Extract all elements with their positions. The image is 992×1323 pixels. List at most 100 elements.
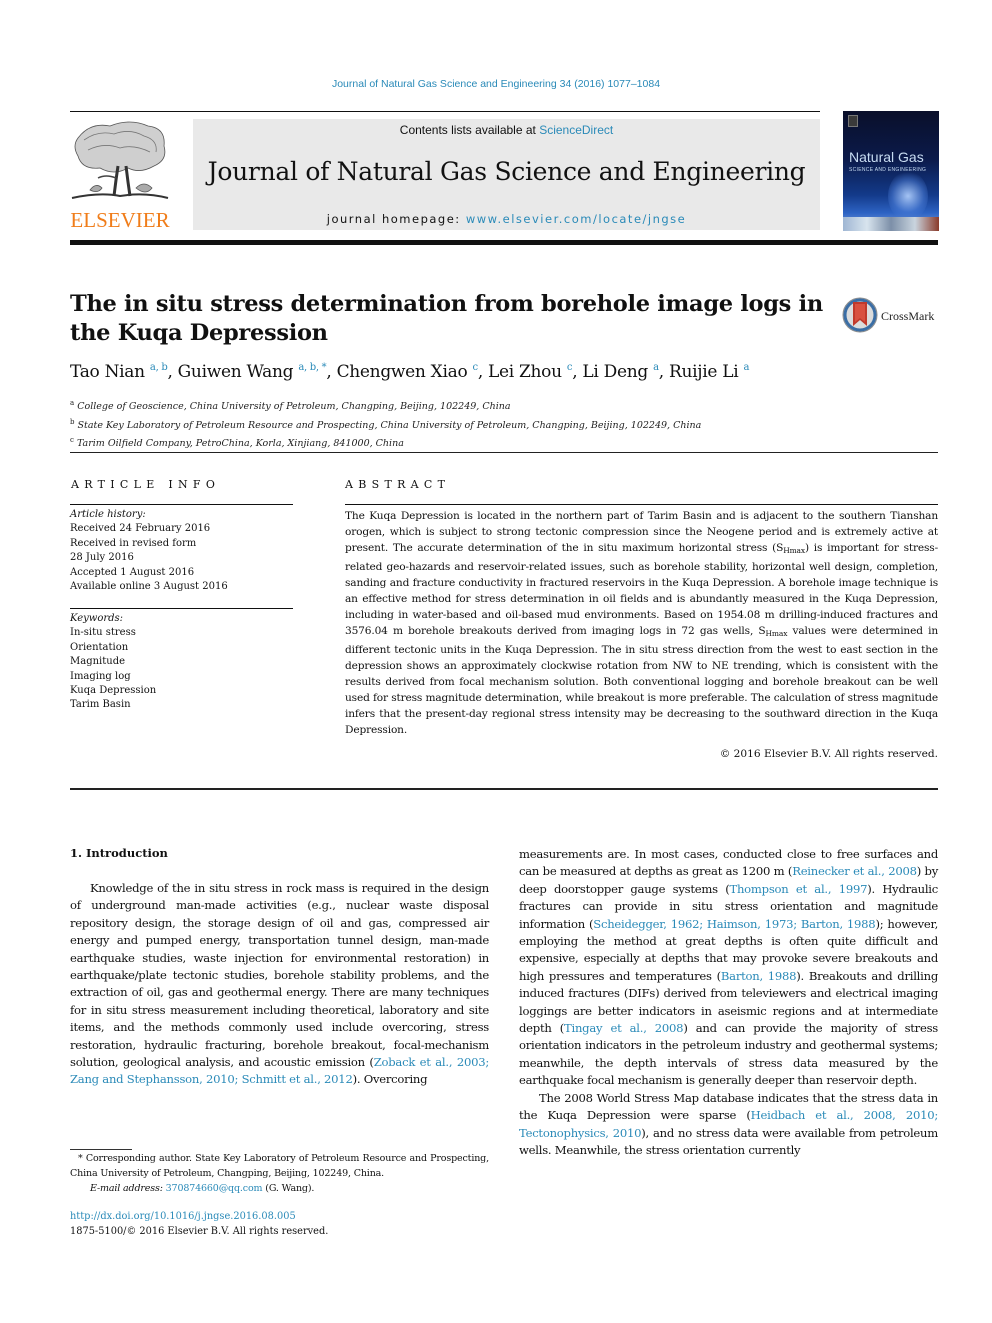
history-item: Accepted 1 August 2016 [70,566,195,578]
keyword: Tarim Basin [70,699,131,711]
citation-link[interactable]: Thompson et al., 1997 [729,882,867,896]
citation-link[interactable]: Scheidegger, 1962; Haimson, 1973; Barton… [593,917,875,931]
affiliation: b State Key Laboratory of Petroleum Reso… [70,415,938,434]
email-label: E-mail address: [90,1182,166,1194]
crossmark-label: CrossMark [881,309,935,323]
abstract-copyright: © 2016 Elsevier B.V. All rights reserved… [719,748,938,760]
crossmark-button[interactable]: CrossMark [841,296,941,334]
author[interactable]: Guiwen Wang a, b, * [178,362,327,382]
author-separator: , [658,362,669,382]
email-suffix: (G. Wang). [262,1182,315,1194]
author-affiliation-marks[interactable]: a [743,362,749,373]
cover-flame-graphic [888,171,928,221]
issn-copyright: 1875-5100/© 2016 Elsevier B.V. All right… [70,1226,329,1237]
affiliations: a College of Geoscience, China Universit… [70,396,938,452]
article-info-rule [70,504,293,505]
journal-homepage-link[interactable]: www.elsevier.com/locate/jngse [466,212,686,226]
abstract-text: The Kuqa Depression is located in the no… [345,508,938,738]
author[interactable]: Chengwen Xiao c [337,362,479,382]
journal-homepage-line: journal homepage: www.elsevier.com/locat… [193,212,820,226]
affiliation: c Tarim Oilfield Company, PetroChina, Ko… [70,433,938,452]
author-separator: , [572,362,583,382]
body-paragraph: The 2008 World Stress Map database indic… [519,1090,938,1160]
author-separator: , [326,362,337,382]
abstract-rule [345,504,938,505]
citation-link[interactable]: Barton, 1988 [721,969,797,983]
body-text: Knowledge of the in situ stress in rock … [70,881,489,1070]
keyword: Magnitude [70,656,126,668]
author-name[interactable]: Li Deng [582,362,648,382]
author-affiliation-marks[interactable]: a, b, * [298,362,326,373]
journal-title: Journal of Natural Gas Science and Engin… [207,157,806,186]
affiliation-text: College of Geoscience, China University … [77,401,511,412]
author-separator: , [167,362,178,382]
cover-publisher-badge [848,115,858,127]
article-history-label: Article history: [70,509,146,520]
author-separator: , [477,362,489,382]
section-divider [70,452,938,453]
author-list: Tao Nian a, b, Guiwen Wang a, b, *, Chen… [70,362,938,382]
history-item: Received 24 February 2016 [70,523,211,535]
history-item: Received in revised form [70,537,197,549]
author[interactable]: Tao Nian a, b [70,362,168,382]
cover-subtitle: SCIENCE AND ENGINEERING [849,167,927,173]
abstract-segment: values were determined in different tect… [345,625,939,736]
corresponding-author-footnote: * Corresponding author. State Key Labora… [70,1152,489,1196]
body-column-left: Knowledge of the in situ stress in rock … [70,880,489,1089]
author-name[interactable]: Lei Zhou [488,362,562,382]
keyword: Orientation [70,641,129,653]
keywords-label: Keywords: [70,613,124,624]
affiliation: a College of Geoscience, China Universit… [70,396,938,415]
crossmark-icon [842,297,878,333]
body-paragraph: measurements are. In most cases, conduct… [519,846,938,1090]
keyword: In-situ stress [70,627,136,639]
citation-link[interactable]: Tingay et al., 2008 [564,1021,684,1035]
affiliation-mark: a [70,399,75,407]
cover-title: Natural Gas [849,149,924,165]
body-paragraph: Knowledge of the in situ stress in rock … [70,880,489,1089]
author[interactable]: Li Deng a [582,362,659,382]
abstract-subscript: Hmax [765,629,788,638]
author-name[interactable]: Guiwen Wang [178,362,294,382]
corresponding-author-note: * Corresponding author. State Key Labora… [70,1153,489,1179]
article-title: The in situ stress determination from bo… [70,291,823,346]
author-name[interactable]: Ruijie Li [669,362,739,382]
header-rule [70,111,820,112]
body-column-right: measurements are. In most cases, conduct… [519,846,938,1159]
author[interactable]: Ruijie Li a [669,362,749,382]
history-item: Available online 3 August 2016 [70,581,228,593]
article-info-heading: ARTICLE INFO [71,478,221,491]
contents-prefix: Contents lists available at [399,123,540,137]
author[interactable]: Lei Zhou c [488,362,572,382]
author-name[interactable]: Chengwen Xiao [337,362,468,382]
elsevier-wordmark: ELSEVIER [70,208,170,232]
elsevier-logo[interactable]: ELSEVIER [68,118,172,234]
abstract-heading: ABSTRACT [345,478,451,491]
homepage-prefix: journal homepage: [326,212,466,226]
affiliation-mark: c [70,436,74,444]
sciencedirect-link[interactable]: ScienceDirect [539,123,613,137]
contents-available-line: Contents lists available at ScienceDirec… [193,123,820,137]
author-name[interactable]: Tao Nian [70,362,145,382]
history-item: 28 July 2016 [70,552,134,564]
author-affiliation-marks[interactable]: a, b [150,362,168,373]
body-text: ). Overcoring [352,1072,428,1087]
email-link[interactable]: 370874660@qq.com [166,1183,263,1194]
introduction-heading: 1. Introduction [70,846,168,860]
email-line: E-mail address: 370874660@qq.com (G. Wan… [70,1182,489,1197]
front-matter-rule [70,788,938,790]
journal-cover-image[interactable]: Natural Gas SCIENCE AND ENGINEERING [843,111,939,231]
elsevier-tree-icon [71,121,169,199]
keywords: Keywords: In-situ stress Orientation Mag… [70,612,293,713]
affiliation-text: Tarim Oilfield Company, PetroChina, Korl… [76,438,404,449]
journal-citation-link[interactable]: Journal of Natural Gas Science and Engin… [0,78,992,90]
doi-link[interactable]: http://dx.doi.org/10.1016/j.jngse.2016.0… [70,1211,296,1222]
masthead-rule [70,240,938,245]
abstract-segment: ) is important for stress-related geo-ha… [345,542,938,637]
keyword: Imaging log [70,670,131,682]
affiliation-text: State Key Laboratory of Petroleum Resour… [77,419,702,431]
keywords-rule [70,608,293,609]
citation-link[interactable]: Reinecker et al., 2008 [792,864,917,878]
article-history: Article history: Received 24 February 20… [70,508,293,594]
masthead: Contents lists available at ScienceDirec… [193,119,820,230]
